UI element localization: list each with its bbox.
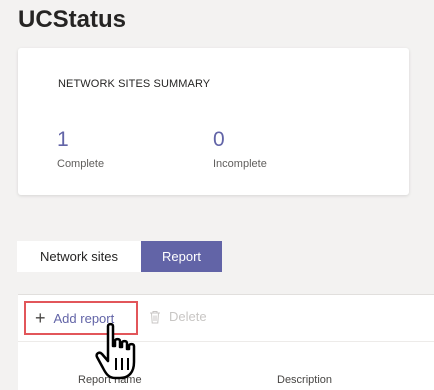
tab-report[interactable]: Report <box>141 241 222 272</box>
stat-incomplete-value: 0 <box>213 128 225 151</box>
tab-bar: Network sites Report <box>17 241 222 272</box>
summary-title: NETWORK SITES SUMMARY <box>58 78 211 90</box>
column-header-description[interactable]: Description <box>277 374 332 386</box>
report-toolbar: + Add report Delete <box>18 294 434 341</box>
delete-label: Delete <box>169 309 207 324</box>
network-sites-summary-card: NETWORK SITES SUMMARY 1 Complete 0 Incom… <box>18 48 409 195</box>
hand-pointer-cursor-icon <box>95 322 136 380</box>
stat-complete: 1 Complete <box>57 128 104 170</box>
trash-icon <box>150 310 160 323</box>
stat-incomplete-label: Incomplete <box>213 158 267 170</box>
stat-complete-value: 1 <box>57 128 69 151</box>
plus-icon: + <box>35 308 46 328</box>
tab-network-sites[interactable]: Network sites <box>17 241 141 272</box>
delete-button[interactable]: Delete <box>149 309 207 324</box>
stat-incomplete: 0 Incomplete <box>213 128 267 170</box>
app-title: UCStatus <box>18 6 127 33</box>
stat-complete-label: Complete <box>57 158 105 170</box>
reports-table: Report name Description <box>18 341 434 390</box>
